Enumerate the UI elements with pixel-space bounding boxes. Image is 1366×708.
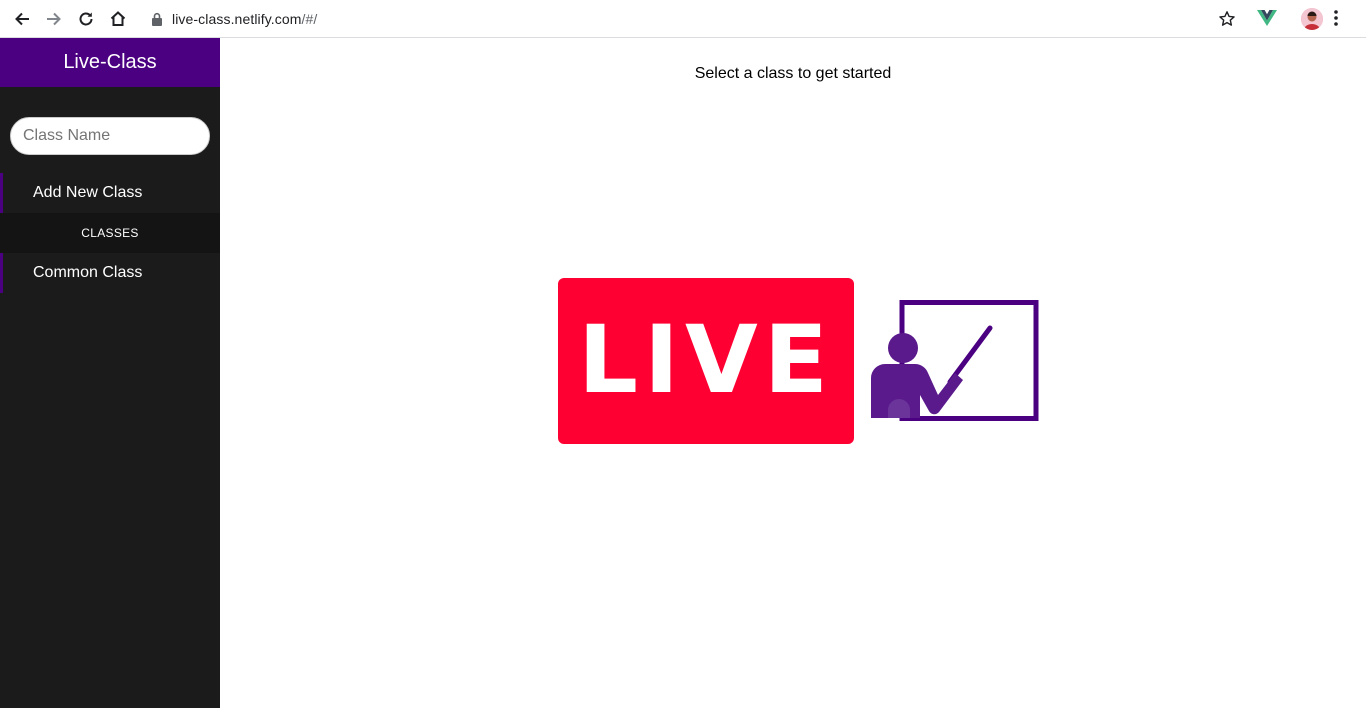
class-name-input[interactable] (10, 117, 210, 155)
home-icon[interactable] (106, 7, 130, 31)
empty-state-prompt: Select a class to get started (694, 65, 892, 82)
bookmark-star-icon[interactable] (1218, 10, 1236, 28)
add-new-class-button[interactable]: Add New Class (0, 173, 220, 213)
classes-section-header: CLASSES (0, 213, 220, 253)
teacher-board-icon (871, 300, 1039, 421)
vue-devtools-icon[interactable] (1257, 9, 1277, 27)
sidebar: Live-Class Add New Class CLASSES Common … (0, 38, 220, 708)
browser-toolbar: live-class.netlify.com/#/ (0, 0, 1366, 38)
lock-icon[interactable] (151, 12, 163, 26)
add-new-class-label: Add New Class (33, 184, 143, 201)
url-path: /#/ (301, 11, 318, 27)
forward-icon[interactable] (42, 7, 66, 31)
kebab-menu-icon[interactable] (1334, 9, 1338, 27)
url-host: live-class.netlify.com (172, 11, 302, 27)
live-badge-image: LIVE (558, 278, 854, 444)
address-bar[interactable]: live-class.netlify.com/#/ (140, 4, 1244, 34)
live-badge-text: LIVE (578, 306, 834, 415)
class-name-field-wrapper (0, 87, 220, 155)
back-icon[interactable] (10, 7, 34, 31)
profile-avatar[interactable] (1301, 8, 1323, 30)
sidebar-item-common-class[interactable]: Common Class (0, 253, 220, 293)
main-content: Select a class to get started LIVE (220, 38, 1366, 708)
sidebar-item-label: Common Class (33, 264, 143, 281)
reload-icon[interactable] (74, 7, 98, 31)
url-text[interactable]: live-class.netlify.com/#/ (172, 11, 317, 27)
app-title: Live-Class (0, 38, 220, 87)
